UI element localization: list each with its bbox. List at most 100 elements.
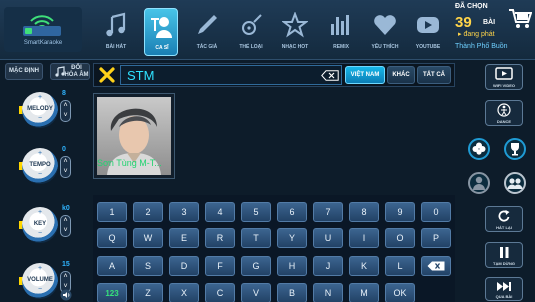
tab-composers[interactable]: TÁC GIẢ — [190, 8, 224, 56]
melody-minus[interactable]: − — [35, 115, 45, 122]
backspace-icon[interactable] — [321, 70, 339, 81]
chevron-up-icon[interactable]: ˄ — [61, 101, 70, 111]
filter-all-button[interactable]: TẤT CẢ — [417, 66, 451, 84]
key-9[interactable]: 9 — [385, 202, 415, 222]
melody-knob[interactable]: + MELODY − 8 ˄ ˅ — [19, 90, 80, 130]
tab-favorites-label: YÊU THÍCH — [371, 44, 399, 50]
app-logo[interactable]: SmartKaraoke — [4, 7, 82, 52]
tab-hot[interactable]: NHẠC HOT — [278, 8, 312, 56]
next-song-button[interactable]: QUA BÀI — [485, 277, 523, 301]
key-c[interactable]: C — [205, 283, 235, 302]
key-a[interactable]: A — [97, 256, 127, 276]
search-input[interactable]: STM — [120, 65, 342, 85]
cart-icon[interactable] — [508, 8, 532, 30]
key-v[interactable]: V — [241, 283, 271, 302]
key-j[interactable]: J — [313, 256, 343, 276]
key-x[interactable]: X — [169, 283, 199, 302]
key-f[interactable]: F — [205, 256, 235, 276]
trophy-button[interactable] — [504, 138, 526, 160]
volume-plus[interactable]: + — [35, 265, 45, 272]
key-123[interactable]: 123 — [97, 283, 127, 302]
dance-button[interactable]: DANCE — [485, 100, 523, 126]
key-d[interactable]: D — [169, 256, 199, 276]
key-backspace[interactable] — [421, 256, 451, 276]
guitar-icon — [242, 14, 262, 35]
key-ok[interactable]: OK — [385, 283, 415, 302]
key-plus[interactable]: + — [35, 209, 45, 216]
duet-button[interactable] — [504, 172, 526, 194]
key-7[interactable]: 7 — [313, 202, 343, 222]
tab-songs[interactable]: BÀI HÁT — [99, 8, 133, 56]
change-mix-label-2: HÒA ÂM — [64, 71, 89, 78]
key-1[interactable]: 1 — [97, 202, 127, 222]
key-g[interactable]: G — [241, 256, 271, 276]
clover-button[interactable] — [468, 138, 490, 160]
key-w[interactable]: W — [133, 228, 163, 248]
key-e[interactable]: E — [169, 228, 199, 248]
volume-minus[interactable]: − — [35, 286, 45, 293]
key-i[interactable]: I — [349, 228, 379, 248]
replay-button[interactable]: HÁT LẠI — [485, 206, 523, 232]
key-b[interactable]: B — [277, 283, 307, 302]
key-4[interactable]: 4 — [205, 202, 235, 222]
queue-count: 39 — [455, 14, 472, 31]
key-k[interactable]: K — [349, 256, 379, 276]
key-minus[interactable]: − — [35, 230, 45, 237]
key-3[interactable]: 3 — [169, 202, 199, 222]
key-z[interactable]: Z — [133, 283, 163, 302]
key-s[interactable]: S — [133, 256, 163, 276]
filter-vietnam-button[interactable]: VIỆT NAM — [345, 66, 385, 84]
filter-other-button[interactable]: KHÁC — [387, 66, 415, 84]
melody-plus[interactable]: + — [35, 94, 45, 101]
chevron-down-icon[interactable]: ˅ — [61, 167, 70, 177]
chevron-down-icon[interactable]: ˅ — [61, 111, 70, 121]
default-settings-button[interactable]: MẶC ĐỊNH — [5, 63, 43, 80]
chevron-up-icon[interactable]: ˄ — [61, 216, 70, 226]
key-m[interactable]: M — [349, 283, 379, 302]
melody-stepper[interactable]: ˄ ˅ — [60, 100, 71, 122]
key-u[interactable]: U — [313, 228, 343, 248]
key-h[interactable]: H — [277, 256, 307, 276]
chevron-down-icon[interactable]: ˅ — [61, 226, 70, 236]
key-0[interactable]: 0 — [421, 202, 451, 222]
tab-hot-label: NHẠC HOT — [281, 44, 309, 50]
tab-favorites[interactable]: YÊU THÍCH — [368, 8, 402, 56]
tab-composers-label: TÁC GIẢ — [196, 44, 218, 50]
tempo-knob[interactable]: + TEMPO − 0 ˄ ˅ — [19, 146, 80, 186]
key-6[interactable]: 6 — [277, 202, 307, 222]
key-knob[interactable]: + KEY − k0 ˄ ˅ — [19, 205, 80, 245]
pause-button[interactable]: TẠM DỪNG — [485, 242, 523, 268]
solo-singer-button[interactable] — [468, 172, 490, 194]
key-n[interactable]: N — [313, 283, 343, 302]
pause-label: TẠM DỪNG — [493, 261, 515, 266]
key-stepper[interactable]: ˄ ˅ — [60, 215, 71, 237]
tab-singers[interactable]: CA SĨ — [144, 8, 178, 56]
now-playing-song: Thành Phố Buồn — [455, 43, 508, 50]
tempo-plus[interactable]: + — [35, 150, 45, 157]
key-5[interactable]: 5 — [241, 202, 271, 222]
key-y[interactable]: Y — [277, 228, 307, 248]
selected-queue[interactable]: ĐÃ CHỌN 39 BÀI ▸ đang phát Thành Phố Buồ… — [455, 3, 515, 55]
key-8[interactable]: 8 — [349, 202, 379, 222]
key-2[interactable]: 2 — [133, 202, 163, 222]
chevron-up-icon[interactable]: ˄ — [61, 272, 70, 282]
singer-card[interactable]: Sơn Tùng M-T... — [93, 93, 175, 179]
tab-remix[interactable]: REMIX — [324, 8, 358, 56]
key-l[interactable]: L — [385, 256, 415, 276]
tab-genres[interactable]: THỂ LOẠI — [234, 8, 268, 56]
chevron-up-icon[interactable]: ˄ — [61, 157, 70, 167]
tempo-stepper[interactable]: ˄ ˅ — [60, 156, 71, 178]
wifi-video-button[interactable]: WIFI VIDEO — [485, 64, 523, 90]
close-icon[interactable] — [97, 65, 117, 85]
key-o[interactable]: O — [385, 228, 415, 248]
speaker-icon[interactable] — [60, 289, 72, 301]
key-q[interactable]: Q — [97, 228, 127, 248]
tempo-minus[interactable]: − — [35, 171, 45, 178]
key-p[interactable]: P — [421, 228, 451, 248]
tab-genres-label: THỂ LOẠI — [239, 44, 263, 50]
tab-youtube[interactable]: YOUTUBE — [411, 8, 445, 56]
key-r[interactable]: R — [205, 228, 235, 248]
pause-icon — [500, 247, 509, 258]
key-t[interactable]: T — [241, 228, 271, 248]
key-value: k0 — [62, 205, 70, 212]
